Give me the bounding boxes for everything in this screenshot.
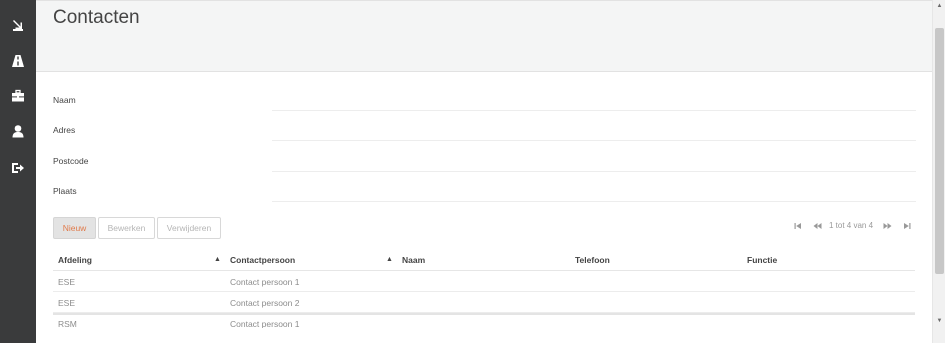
first-page-button[interactable] (792, 220, 804, 232)
form-row-adres: Adres (36, 120, 916, 150)
last-page-button[interactable] (901, 220, 913, 232)
vertical-scrollbar[interactable]: ▲ ▼ (932, 0, 945, 343)
sidebar-item-briefcase[interactable] (0, 83, 36, 109)
main-content: Contacten Naam Adres Postcode Plaats Nie… (36, 0, 932, 343)
scroll-thumb[interactable] (935, 28, 944, 274)
logout-icon (12, 163, 24, 173)
sort-asc-icon[interactable]: ▲ (386, 256, 393, 263)
next-page-button[interactable] (881, 220, 893, 232)
sidebar (0, 0, 36, 343)
window-bottom-edge (36, 328, 932, 343)
page-title: Contacten (53, 7, 140, 28)
postcode-field[interactable] (272, 151, 916, 172)
adres-field[interactable] (272, 120, 916, 141)
briefcase-icon (12, 89, 24, 102)
delete-button[interactable]: Verwijderen (157, 217, 221, 239)
plaats-field[interactable] (272, 181, 916, 202)
sidebar-item-user[interactable] (0, 118, 36, 144)
cell-afdeling: ESE (58, 298, 76, 308)
cell-contactpersoon: Contact persoon 1 (230, 277, 300, 287)
adres-label: Adres (53, 125, 76, 135)
scroll-down-icon[interactable]: ▼ (933, 315, 945, 327)
scroll-up-icon[interactable]: ▲ (933, 0, 945, 12)
sidebar-item-logout[interactable] (0, 155, 36, 181)
prev-page-button[interactable] (811, 220, 823, 232)
column-header-functie[interactable]: Functie (747, 255, 777, 265)
naam-field[interactable] (272, 90, 916, 111)
cell-contactpersoon: Contact persoon 2 (230, 298, 300, 308)
form-row-naam: Naam (36, 90, 916, 120)
prev-page-icon (813, 223, 821, 229)
cell-afdeling: ESE (58, 277, 76, 287)
form-row-plaats: Plaats (36, 181, 916, 211)
user-icon (12, 125, 24, 138)
page-header: Contacten (36, 0, 932, 72)
edit-button[interactable]: Bewerken (98, 217, 155, 239)
last-page-icon (904, 223, 911, 229)
sidebar-item-download[interactable] (0, 12, 36, 38)
download-icon (13, 20, 23, 31)
postcode-label: Postcode (53, 156, 89, 166)
column-header-afdeling[interactable]: Afdeling (58, 255, 92, 265)
column-header-contactpersoon[interactable]: Contactpersoon (230, 255, 295, 265)
sort-asc-icon[interactable]: ▲ (214, 256, 221, 263)
new-button[interactable]: Nieuw (53, 217, 96, 239)
next-page-icon (883, 223, 891, 229)
plaats-label: Plaats (53, 186, 77, 196)
pager-info: 1 tot 4 van 4 (829, 221, 874, 230)
column-header-naam[interactable]: Naam (402, 255, 425, 265)
first-page-icon (794, 223, 801, 229)
column-header-telefoon[interactable]: Telefoon (575, 255, 610, 265)
road-icon (12, 55, 24, 67)
form-row-postcode: Postcode (36, 151, 916, 181)
sidebar-item-road[interactable] (0, 48, 36, 74)
table-row[interactable]: ESE Contact persoon 1 (53, 271, 915, 292)
table-row[interactable]: ESE Contact persoon 2 (53, 292, 915, 313)
naam-label: Naam (53, 95, 76, 105)
